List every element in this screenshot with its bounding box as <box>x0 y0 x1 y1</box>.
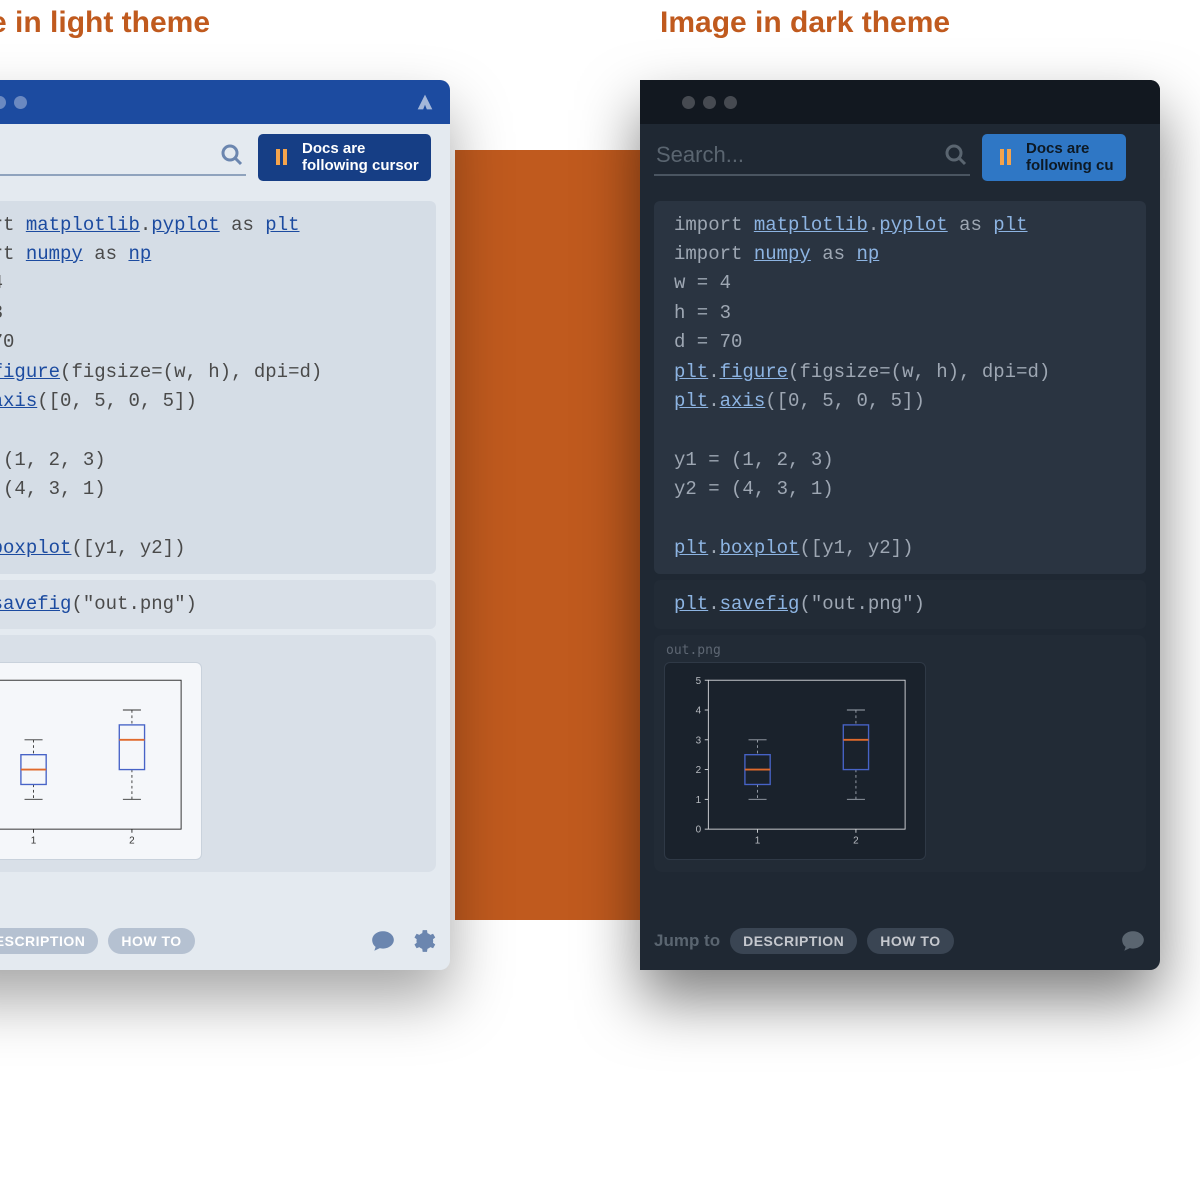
output-image[interactable]: 0 1 2 3 4 5 1 2 <box>664 662 926 860</box>
pause-icon <box>270 146 292 168</box>
svg-text:4: 4 <box>696 706 702 717</box>
svg-text:1: 1 <box>31 836 37 847</box>
code-block-save[interactable]: plt.savefig("out.png") <box>654 580 1146 629</box>
svg-text:1: 1 <box>755 836 761 847</box>
app-logo-icon <box>414 91 436 113</box>
search-icon[interactable] <box>220 143 244 167</box>
docs-follow-button[interactable]: Docs arefollowing cu <box>982 134 1126 181</box>
jump-to-label: Jump to <box>654 931 720 951</box>
panel-dark: Docs arefollowing cu import matplotlib.p… <box>640 80 1160 970</box>
toolbar: Docs arefollowing cursor <box>0 124 450 191</box>
pill-howto[interactable]: HOW TO <box>108 928 194 954</box>
search-input[interactable] <box>0 142 220 168</box>
code-block-main[interactable]: import matplotlib.pyplot as plt import n… <box>0 201 436 574</box>
window-controls[interactable] <box>682 96 737 109</box>
docs-follow-button[interactable]: Docs arefollowing cursor <box>258 134 431 181</box>
traffic-dot[interactable] <box>703 96 716 109</box>
output-panel: out.png 01234512 <box>0 635 436 872</box>
footer: p to DESCRIPTION HOW TO <box>0 918 450 970</box>
svg-text:1: 1 <box>696 795 702 806</box>
comment-icon[interactable] <box>370 928 396 954</box>
svg-text:2: 2 <box>696 765 702 776</box>
titlebar <box>640 80 1160 124</box>
output-panel: out.png 0 1 2 3 4 5 1 2 <box>654 635 1146 872</box>
svg-text:2: 2 <box>129 836 135 847</box>
traffic-dot[interactable] <box>14 96 27 109</box>
output-image[interactable]: 01234512 <box>0 662 202 860</box>
toolbar: Docs arefollowing cu <box>640 124 1160 191</box>
pill-description[interactable]: DESCRIPTION <box>0 928 98 954</box>
svg-text:2: 2 <box>853 836 859 847</box>
comment-icon[interactable] <box>1120 928 1146 954</box>
svg-text:0: 0 <box>696 825 702 836</box>
svg-text:3: 3 <box>696 736 702 747</box>
code-area: import matplotlib.pyplot as plt import n… <box>0 191 450 891</box>
code-block-main[interactable]: import matplotlib.pyplot as plt import n… <box>654 201 1146 574</box>
docs-follow-label: Docs arefollowing cu <box>1026 140 1114 175</box>
titlebar <box>0 80 450 124</box>
pause-icon <box>994 146 1016 168</box>
heading-light-theme: age in light theme <box>0 6 210 40</box>
output-filename: out.png <box>666 643 1136 658</box>
search-input[interactable] <box>656 142 944 168</box>
pill-howto[interactable]: HOW TO <box>867 928 953 954</box>
traffic-dot[interactable] <box>724 96 737 109</box>
search-field[interactable] <box>0 138 246 176</box>
heading-dark-theme: Image in dark theme <box>660 6 950 40</box>
traffic-dot[interactable] <box>0 96 6 109</box>
gear-icon[interactable] <box>410 928 436 954</box>
search-field[interactable] <box>654 138 970 176</box>
docs-follow-label: Docs arefollowing cursor <box>302 140 419 175</box>
code-block-save[interactable]: plt.savefig("out.png") <box>0 580 436 629</box>
search-icon[interactable] <box>944 143 968 167</box>
output-filename: out.png <box>0 643 426 658</box>
window-controls[interactable] <box>0 96 27 109</box>
pill-description[interactable]: DESCRIPTION <box>730 928 857 954</box>
svg-text:5: 5 <box>696 676 702 687</box>
traffic-dot[interactable] <box>682 96 695 109</box>
footer: Jump to DESCRIPTION HOW TO <box>640 918 1160 970</box>
code-area: import matplotlib.pyplot as plt import n… <box>640 191 1160 891</box>
panel-light: Docs arefollowing cursor import matplotl… <box>0 80 450 970</box>
divider-bar <box>455 150 645 920</box>
